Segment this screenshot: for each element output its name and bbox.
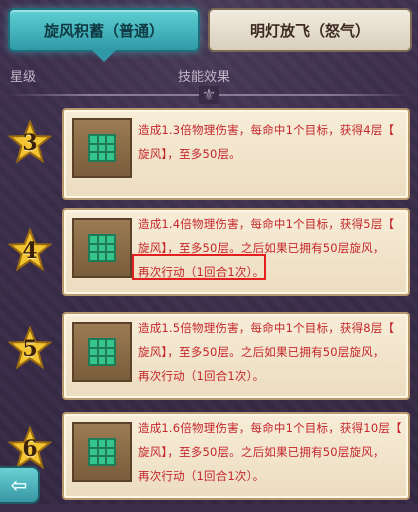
tab-bar: 旋风积蓄（普通） 明灯放飞（怒气）	[0, 0, 418, 58]
skill-description: 造成1.6倍物理伤害，每命中1个目标，获得10层【 旋风】，至多50层。之后如果…	[138, 416, 404, 488]
column-header-effect: 技能效果	[178, 70, 231, 85]
desc-line: 造成1.4倍物理伤害，每命中1个目标，获得5层【	[138, 217, 395, 231]
skill-row: 3 造成1.3倍物理伤害，每命中1个目标，获得4层【 旋风】，至多50层。	[0, 108, 418, 208]
desc-line: 旋风】，至多50层。之后如果已拥有50层旋风，	[138, 445, 385, 459]
desc-line: 再次行动（1回合1次）。	[138, 369, 265, 383]
fleur-ornament-icon: ⚜	[199, 86, 219, 104]
desc-line: 造成1.5倍物理伤害，每命中1个目标，获得8层【	[138, 321, 395, 335]
skill-grid-icon	[72, 322, 132, 382]
skill-grid-icon	[72, 218, 132, 278]
column-header-star: 星级	[10, 70, 37, 85]
star-icon: 4	[7, 227, 53, 272]
star-icon: 3	[7, 119, 53, 164]
desc-line: 造成1.6倍物理伤害，每命中1个目标，获得10层【	[138, 421, 402, 435]
skill-card: 造成1.6倍物理伤害，每命中1个目标，获得10层【 旋风】，至多50层。之后如果…	[62, 412, 410, 500]
highlight-box	[132, 254, 266, 280]
skill-card: 造成1.3倍物理伤害，每命中1个目标，获得4层【 旋风】，至多50层。	[62, 108, 410, 200]
skill-row: 6 造成1.6倍物理伤害，每命中1个目标，获得10层【 旋风】，至多50层。之后…	[0, 412, 418, 512]
skill-card: 造成1.4倍物理伤害，每命中1个目标，获得5层【 旋风】，至多50层。之后如果已…	[62, 208, 410, 296]
back-arrow-icon: ⇦	[10, 473, 28, 497]
skill-row: 5 造成1.5倍物理伤害，每命中1个目标，获得8层【 旋风】，至多50层。之后如…	[0, 312, 418, 412]
skill-description: 造成1.5倍物理伤害，每命中1个目标，获得8层【 旋风】，至多50层。之后如果已…	[138, 316, 404, 388]
skill-grid-icon	[72, 422, 132, 482]
star-level: 4	[22, 238, 38, 264]
skill-grid-icon	[72, 118, 132, 178]
skill-description: 造成1.3倍物理伤害，每命中1个目标，获得4层【 旋风】，至多50层。	[138, 118, 404, 166]
star-level: 3	[22, 130, 38, 156]
star-icon: 5	[7, 325, 53, 370]
desc-line: 再次行动（1回合1次）。	[138, 469, 265, 483]
star-icon: 6	[7, 425, 53, 470]
tab-whirlwind-accumulate[interactable]: 旋风积蓄（普通）	[8, 8, 200, 52]
desc-line: 旋风】，至多50层。	[138, 147, 241, 161]
desc-line: 旋风】，至多50层。之后如果已拥有50层旋风，	[138, 345, 385, 359]
skill-card: 造成1.5倍物理伤害，每命中1个目标，获得8层【 旋风】，至多50层。之后如果已…	[62, 312, 410, 400]
star-level: 5	[22, 336, 38, 362]
desc-line: 造成1.3倍物理伤害，每命中1个目标，获得4层【	[138, 123, 395, 137]
back-button[interactable]: ⇦	[0, 466, 40, 504]
tab-lantern-release[interactable]: 明灯放飞（怒气）	[208, 8, 412, 52]
star-level: 6	[22, 436, 38, 462]
